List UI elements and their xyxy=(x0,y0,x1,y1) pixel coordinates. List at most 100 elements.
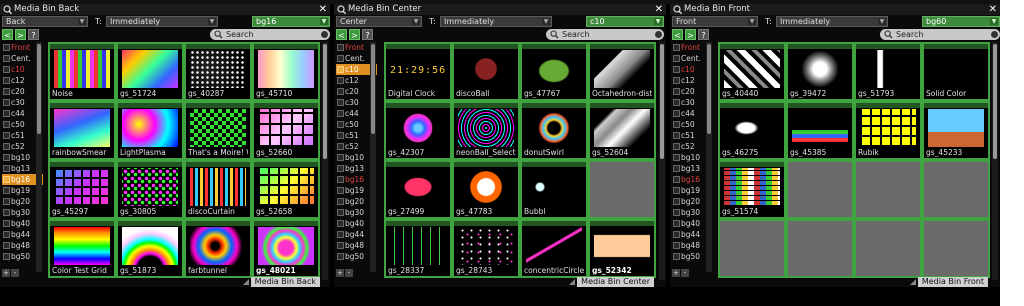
bin-checkbox[interactable] xyxy=(673,176,680,183)
bin-checkbox[interactable] xyxy=(673,198,680,205)
empty-media-slot[interactable] xyxy=(786,160,854,219)
media-tile[interactable]: gs_47767 xyxy=(520,42,588,101)
bin-checkbox[interactable] xyxy=(337,77,344,84)
bin-checkbox[interactable] xyxy=(337,231,344,238)
bin-checkbox[interactable] xyxy=(3,154,10,161)
bin-checkbox[interactable] xyxy=(3,44,10,51)
media-tile[interactable]: gs_45233 xyxy=(922,101,990,160)
media-tile[interactable]: gs_30805 xyxy=(116,160,184,219)
remove-bin-button[interactable]: - xyxy=(681,269,689,277)
panel-titlebar[interactable]: Media Bin Center ✕ xyxy=(334,4,666,15)
empty-media-slot[interactable] xyxy=(854,219,922,278)
bin-checkbox[interactable] xyxy=(673,154,680,161)
close-icon[interactable]: ✕ xyxy=(655,4,663,15)
timing-select[interactable]: Immediately ▼ xyxy=(776,16,888,27)
layer-select[interactable]: Back ▼ xyxy=(2,16,88,27)
bin-checkbox[interactable] xyxy=(3,55,10,62)
clear-search-icon[interactable] xyxy=(991,31,998,38)
bin-checkbox[interactable] xyxy=(337,110,344,117)
media-tile[interactable]: gs_52658 xyxy=(252,160,320,219)
media-tile[interactable]: gs_47783 xyxy=(452,160,520,219)
media-tile[interactable]: Octahedron-distan xyxy=(588,42,656,101)
media-tile[interactable]: gs_40440 xyxy=(718,42,786,101)
bin-checkbox[interactable] xyxy=(3,110,10,117)
media-tile[interactable]: gs_51574 xyxy=(718,160,786,219)
layer-select[interactable]: Front ▼ xyxy=(672,16,758,27)
bin-checkbox[interactable] xyxy=(337,198,344,205)
media-tile[interactable]: gs_51873 xyxy=(116,219,184,278)
bin-name-field[interactable]: bg16 ▼ xyxy=(252,16,330,27)
bin-checkbox[interactable] xyxy=(673,132,680,139)
media-tile[interactable]: discoBall xyxy=(452,42,520,101)
timing-select[interactable]: Immediately ▼ xyxy=(106,16,218,27)
bin-list-scrollbar[interactable] xyxy=(706,42,712,272)
media-tile[interactable]: LightPlasma xyxy=(116,101,184,160)
help-button[interactable]: ? xyxy=(698,29,709,40)
empty-media-slot[interactable] xyxy=(854,160,922,219)
bin-checkbox[interactable] xyxy=(673,253,680,260)
media-tile[interactable]: gs_45385 xyxy=(786,101,854,160)
media-tile[interactable]: 21:29:56 Digital Clock xyxy=(384,42,452,101)
scrollbar-thumb[interactable] xyxy=(660,44,664,159)
scrollbar-thumb[interactable] xyxy=(37,44,41,134)
bin-checkbox[interactable] xyxy=(3,121,10,128)
bin-checkbox[interactable] xyxy=(673,77,680,84)
bin-checkbox[interactable] xyxy=(673,44,680,51)
media-tile[interactable]: gs_45297 xyxy=(48,160,116,219)
bin-checkbox[interactable] xyxy=(3,165,10,172)
bin-checkbox[interactable] xyxy=(337,187,344,194)
bin-checkbox[interactable] xyxy=(337,88,344,95)
search-input[interactable]: Search xyxy=(880,29,1000,40)
bin-list-scrollbar[interactable] xyxy=(370,42,376,272)
close-icon[interactable]: ✕ xyxy=(989,4,997,15)
bin-checkbox[interactable] xyxy=(3,132,10,139)
bin-checkbox[interactable] xyxy=(3,143,10,150)
bin-checkbox[interactable] xyxy=(337,165,344,172)
timing-select[interactable]: Immediately ▼ xyxy=(440,16,552,27)
media-tile[interactable]: That's a Moire! W xyxy=(184,101,252,160)
bin-checkbox[interactable] xyxy=(337,176,344,183)
bin-checkbox[interactable] xyxy=(3,77,10,84)
bin-checkbox[interactable] xyxy=(3,66,10,73)
bin-checkbox[interactable] xyxy=(3,198,10,205)
add-bin-button[interactable]: + xyxy=(672,269,680,277)
bin-checkbox[interactable] xyxy=(673,143,680,150)
bin-checkbox[interactable] xyxy=(3,176,10,183)
bin-checkbox[interactable] xyxy=(3,220,10,227)
media-tile[interactable]: gs_27499 xyxy=(384,160,452,219)
media-tile[interactable]: Solid Color xyxy=(922,42,990,101)
layer-select[interactable]: Center ▼ xyxy=(336,16,422,27)
bin-checkbox[interactable] xyxy=(673,55,680,62)
panel-titlebar[interactable]: Media Bin Back ✕ xyxy=(0,4,330,15)
media-tile[interactable]: donutSwirl xyxy=(520,101,588,160)
prev-button[interactable]: < xyxy=(336,29,347,40)
next-button[interactable]: > xyxy=(349,29,360,40)
media-tile[interactable]: gs_46275 xyxy=(718,101,786,160)
clear-search-icon[interactable] xyxy=(321,31,328,38)
bin-checkbox[interactable] xyxy=(673,99,680,106)
panel-titlebar[interactable]: Media Bin Front ✕ xyxy=(670,4,1000,15)
bin-name-field[interactable]: c10 ▼ xyxy=(586,16,664,27)
bin-checkbox[interactable] xyxy=(673,231,680,238)
media-tile[interactable]: gs_39472 xyxy=(786,42,854,101)
scrollbar-thumb[interactable] xyxy=(323,44,327,159)
media-tile[interactable]: Noise xyxy=(48,42,116,101)
media-tile[interactable]: gs_45710 xyxy=(252,42,320,101)
media-tile[interactable]: gs_51793 xyxy=(854,42,922,101)
media-tile[interactable]: gs_28743 xyxy=(452,219,520,278)
bin-checkbox[interactable] xyxy=(337,209,344,216)
bin-checkbox[interactable] xyxy=(337,253,344,260)
empty-media-slot[interactable] xyxy=(922,160,990,219)
prev-button[interactable]: < xyxy=(2,29,13,40)
bin-checkbox[interactable] xyxy=(337,55,344,62)
bin-checkbox[interactable] xyxy=(3,253,10,260)
bin-checkbox[interactable] xyxy=(3,231,10,238)
bin-checkbox[interactable] xyxy=(673,242,680,249)
media-tile[interactable]: gs_52660 xyxy=(252,101,320,160)
help-button[interactable]: ? xyxy=(362,29,373,40)
bin-checkbox[interactable] xyxy=(3,187,10,194)
media-grid-scrollbar[interactable] xyxy=(322,42,328,280)
scrollbar-thumb[interactable] xyxy=(707,44,711,134)
media-tile[interactable]: rainbowSmear xyxy=(48,101,116,160)
media-tile[interactable]: gs_51724 xyxy=(116,42,184,101)
